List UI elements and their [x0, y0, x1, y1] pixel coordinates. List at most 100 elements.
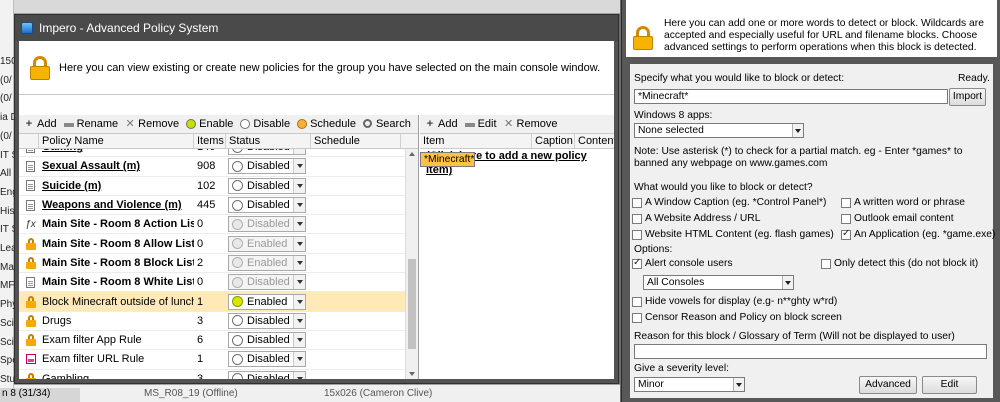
status-dot-icon: [232, 315, 243, 327]
policy-name: Block Minecraft outside of lunch: [42, 295, 194, 308]
policy-status-select[interactable]: Disabled: [228, 197, 306, 214]
policy-row[interactable]: Main Site - Room 8 Block List 2 Enabled: [19, 254, 406, 274]
action-icon: ƒx: [25, 218, 36, 230]
status-dot-icon: [232, 296, 243, 308]
padlock-icon: [25, 314, 36, 327]
policy-items-toolbar: + Add Edit ✕ Remove: [420, 115, 614, 134]
censor-reason-checkbox[interactable]: Censor Reason and Policy on block screen: [632, 312, 842, 323]
document-icon: [26, 180, 35, 192]
policy-status-select[interactable]: Disabled: [228, 332, 306, 349]
policy-row[interactable]: Main Site - Room 8 Allow List 0 Enabled: [19, 234, 406, 254]
policy-row[interactable]: Main Site - Room 8 White List 0 Disabled: [19, 273, 406, 293]
policy-status-select[interactable]: Disabled: [228, 177, 306, 194]
dialog-description: Here you can add one or more words to de…: [664, 18, 984, 53]
block-type-checkbox[interactable]: Website HTML Content (eg. flash games): [632, 229, 834, 240]
plus-icon: +: [25, 118, 33, 130]
severity-select[interactable]: Minor: [634, 377, 745, 392]
caption-column-header[interactable]: Caption: [532, 134, 575, 148]
policy-row[interactable]: Drugs 3 Disabled: [19, 312, 406, 331]
policy-row[interactable]: Gambling 3 Disabled: [19, 370, 406, 379]
policy-status-select[interactable]: Enabled: [228, 235, 306, 252]
reason-input[interactable]: [634, 344, 987, 359]
consoles-select[interactable]: All Consoles: [643, 275, 794, 290]
policy-status-text: Enabled: [247, 237, 288, 250]
chevron-down-icon: [293, 198, 305, 213]
background-computer-list: MS_R08_19 (Offline) 15x026 (Cameron Cliv…: [14, 384, 620, 402]
hide-vowels-checkbox[interactable]: Hide vowels for display (e.g- n**ghty w*…: [632, 296, 837, 307]
block-type-checkbox[interactable]: A Website Address / URL: [632, 213, 760, 224]
background-group-label: (0/: [0, 130, 12, 142]
block-type-checkbox[interactable]: An Application (eg. *game.exe): [841, 228, 995, 240]
advanced-button[interactable]: Advanced: [859, 376, 917, 394]
disable-policy-button[interactable]: Disable: [240, 118, 290, 130]
windows8-apps-select[interactable]: None selected: [634, 123, 804, 138]
policy-status-select[interactable]: Disabled: [228, 274, 306, 291]
block-type-checkbox[interactable]: A written word or phrase: [841, 197, 965, 208]
schedule-column-header[interactable]: Schedule: [311, 134, 401, 148]
policy-item-row[interactable]: *Minecraft*: [420, 152, 476, 167]
status-column-header[interactable]: Status: [226, 134, 311, 148]
policy-row[interactable]: Exam filter App Rule 6 Disabled: [19, 331, 406, 351]
search-policy-button[interactable]: Search: [363, 118, 411, 130]
items-column-header[interactable]: Items: [194, 134, 226, 148]
item-column-header[interactable]: Item: [420, 134, 532, 148]
policy-list-scrollbar[interactable]: [405, 149, 418, 379]
policy-status-select[interactable]: Disabled: [228, 370, 306, 379]
policy-status-select[interactable]: Enabled: [228, 293, 306, 310]
policy-status-select[interactable]: Disabled: [228, 312, 306, 329]
policy-row[interactable]: Block Minecraft outside of lunch 1 Enabled: [19, 292, 406, 312]
reason-label: Reason for this block / Glossary of Term…: [634, 331, 955, 342]
edit-item-button[interactable]: Edit: [464, 118, 497, 130]
policy-row[interactable]: Weapons and Violence (m) 445 Disabled: [19, 196, 406, 216]
dialog-form: Specify what you would like to block or …: [630, 64, 995, 398]
window-titlebar[interactable]: Impero - Advanced Policy System: [15, 15, 618, 41]
status-dot-icon: [232, 160, 243, 172]
policy-status-select[interactable]: Enabled: [228, 254, 306, 271]
policy-row[interactable]: Gaming146 Disabled: [19, 149, 406, 158]
items-table-header: Item Caption Content: [420, 134, 614, 149]
content-column-header[interactable]: Content: [575, 134, 614, 148]
block-type-checkbox[interactable]: Outlook email content: [841, 213, 954, 224]
background-group-label: All: [0, 168, 12, 180]
add-item-button[interactable]: + Add: [425, 118, 458, 130]
alert-console-users-checkbox[interactable]: Alert console users: [632, 257, 733, 269]
remove-policy-button[interactable]: ✕ Remove: [125, 118, 180, 130]
icon-column-header[interactable]: [19, 134, 39, 148]
window-content: Here you can view existing or create new…: [19, 41, 614, 379]
policy-status-select[interactable]: Disabled: [228, 158, 306, 175]
padlock-icon: [25, 237, 36, 250]
impero-app-icon: [21, 22, 33, 34]
options-label: Options:: [634, 244, 673, 255]
clock-icon: [297, 119, 308, 129]
policy-name-column-header[interactable]: Policy Name: [39, 134, 194, 148]
detect-only-checkbox[interactable]: Only detect this (do not block it): [821, 258, 978, 269]
policy-name: Exam filter URL Rule: [42, 353, 145, 366]
policy-name: Drugs: [42, 314, 72, 327]
policy-row[interactable]: Exam filter URL Rule 1 Disabled: [19, 350, 406, 370]
background-offline-entry: MS_R08_19 (Offline): [144, 388, 238, 399]
policy-status-text: Enabled: [247, 295, 288, 308]
import-button[interactable]: Import: [949, 88, 986, 106]
block-word-input[interactable]: *Minecraft*: [634, 89, 948, 104]
policy-status-select[interactable]: Disabled: [228, 216, 306, 233]
remove-item-button[interactable]: ✕ Remove: [504, 118, 558, 130]
x-icon: ✕: [125, 118, 135, 130]
status-dot-icon: [232, 334, 243, 346]
policy-name: Suicide (m): [42, 179, 102, 192]
background-user-entry: 15x026 (Cameron Clive): [324, 388, 433, 399]
policy-item-count: 445: [197, 199, 216, 212]
schedule-policy-button[interactable]: Schedule: [297, 118, 356, 130]
enable-policy-button[interactable]: Enable: [186, 118, 233, 130]
block-type-checkbox[interactable]: A Window Caption (eg. *Control Panel*): [632, 197, 826, 208]
add-policy-button[interactable]: + Add: [24, 118, 57, 130]
policy-status-select[interactable]: Disabled: [228, 149, 306, 156]
policy-row[interactable]: Suicide (m) 102 Disabled: [19, 177, 406, 196]
rename-policy-button[interactable]: Rename: [63, 118, 118, 130]
policy-status-select[interactable]: Disabled: [228, 351, 306, 368]
policy-row[interactable]: Sexual Assault (m) 908 Disabled: [19, 157, 406, 177]
edit-button[interactable]: Edit: [922, 376, 977, 394]
policy-status-text: Disabled: [247, 353, 290, 366]
policy-item-count: 0: [197, 218, 204, 231]
chevron-down-icon: [293, 149, 305, 155]
policy-row[interactable]: ƒx Main Site - Room 8 Action List 0 Disable…: [19, 215, 406, 235]
